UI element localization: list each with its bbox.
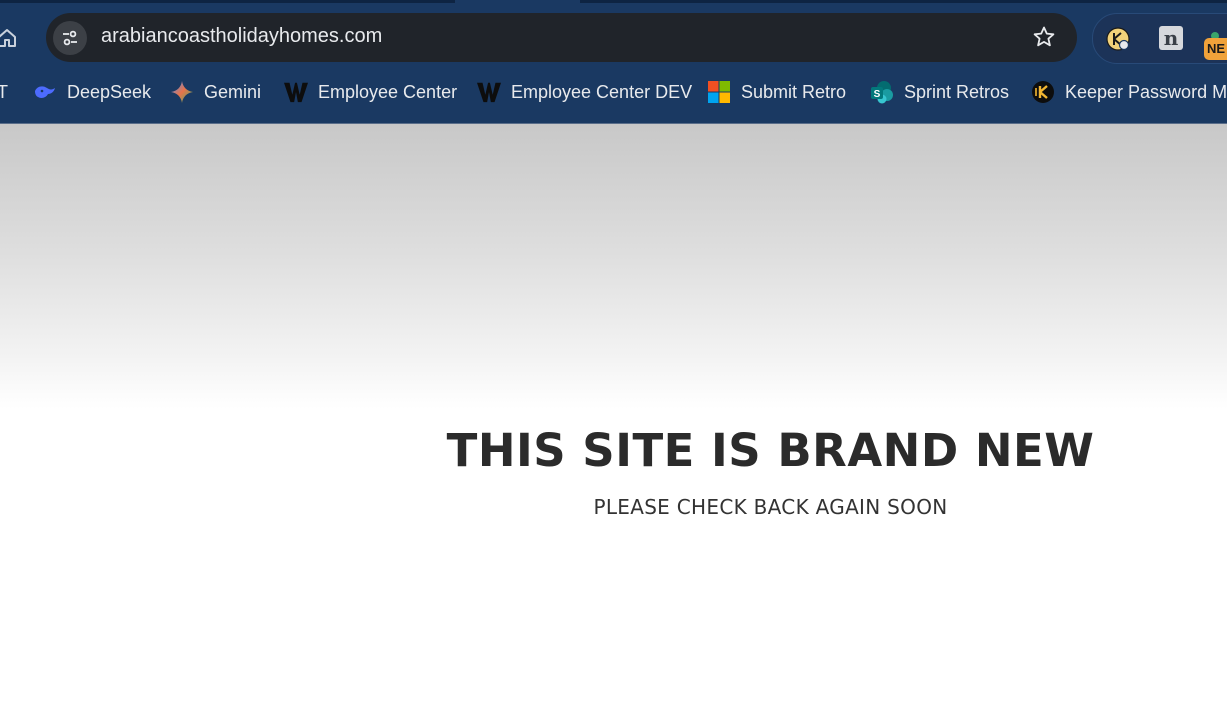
browser-toolbar: arabiancoastholidayhomes.com n NE T Deep…: [0, 0, 1227, 124]
address-bar[interactable]: arabiancoastholidayhomes.com: [46, 13, 1077, 62]
bookmark-deepseek[interactable]: DeepSeek: [33, 72, 151, 112]
bookmark-label: Submit Retro: [741, 81, 847, 102]
keeper-icon: [1031, 80, 1055, 104]
keeper-icon[interactable]: [1105, 26, 1131, 52]
home-icon[interactable]: [0, 24, 20, 52]
svg-text:S: S: [874, 89, 881, 100]
bookmark-label: DeepSeek: [67, 81, 152, 102]
bookmark-label: Employee Center DEV: [511, 81, 693, 102]
bookmark-employee-center[interactable]: Employee Center: [284, 72, 457, 112]
microsoft-icon: [707, 80, 731, 104]
bookmark-label: Gemini: [204, 81, 262, 102]
url-text[interactable]: arabiancoastholidayhomes.com: [101, 25, 382, 48]
tab-edge: [580, 0, 1227, 3]
bookmark-gemini[interactable]: Gemini: [170, 72, 261, 112]
bookmark-keeper[interactable]: Keeper Password M...: [1031, 72, 1227, 112]
sharepoint-icon: S: [870, 80, 894, 104]
notion-glyph: n: [1163, 26, 1179, 50]
page-content: THIS SITE IS BRAND NEW PLEASE CHECK BACK…: [0, 124, 1227, 715]
page-subline: PLEASE CHECK BACK AGAIN SOON: [593, 495, 948, 519]
notion-icon[interactable]: n: [1159, 26, 1183, 50]
w-logo-icon: [477, 80, 501, 104]
new-badge-text: NE: [1207, 41, 1226, 56]
hero-gradient: [0, 124, 1227, 409]
w-logo-icon: [284, 80, 308, 104]
new-badge: NE: [1204, 38, 1227, 60]
deepseek-whale-icon: [33, 80, 57, 104]
star-icon[interactable]: [1031, 24, 1057, 50]
tune-icon[interactable]: [53, 21, 87, 55]
bookmark-sprint-retros[interactable]: S Sprint Retros: [870, 72, 1009, 112]
bookmark-employee-center-dev[interactable]: Employee Center DEV: [477, 72, 692, 112]
bookmark-label: Keeper Password M...: [1065, 81, 1227, 102]
bookmarks-bar: T DeepSeek Gemini Employee Center Employ…: [0, 72, 1227, 112]
bookmark-label: Sprint Retros: [904, 81, 1010, 102]
bookmark-label: T: [0, 81, 8, 102]
page-headline: THIS SITE IS BRAND NEW: [446, 424, 1095, 477]
bookmark-submit-retro[interactable]: Submit Retro: [707, 72, 846, 112]
bookmark-partial[interactable]: T: [0, 72, 8, 112]
gemini-sparkle-icon: [170, 80, 194, 104]
tab-edge: [0, 0, 455, 3]
extension-icon[interactable]: [1210, 28, 1220, 40]
extensions-bar: n NE: [1092, 13, 1227, 64]
bookmark-label: Employee Center: [318, 81, 458, 102]
